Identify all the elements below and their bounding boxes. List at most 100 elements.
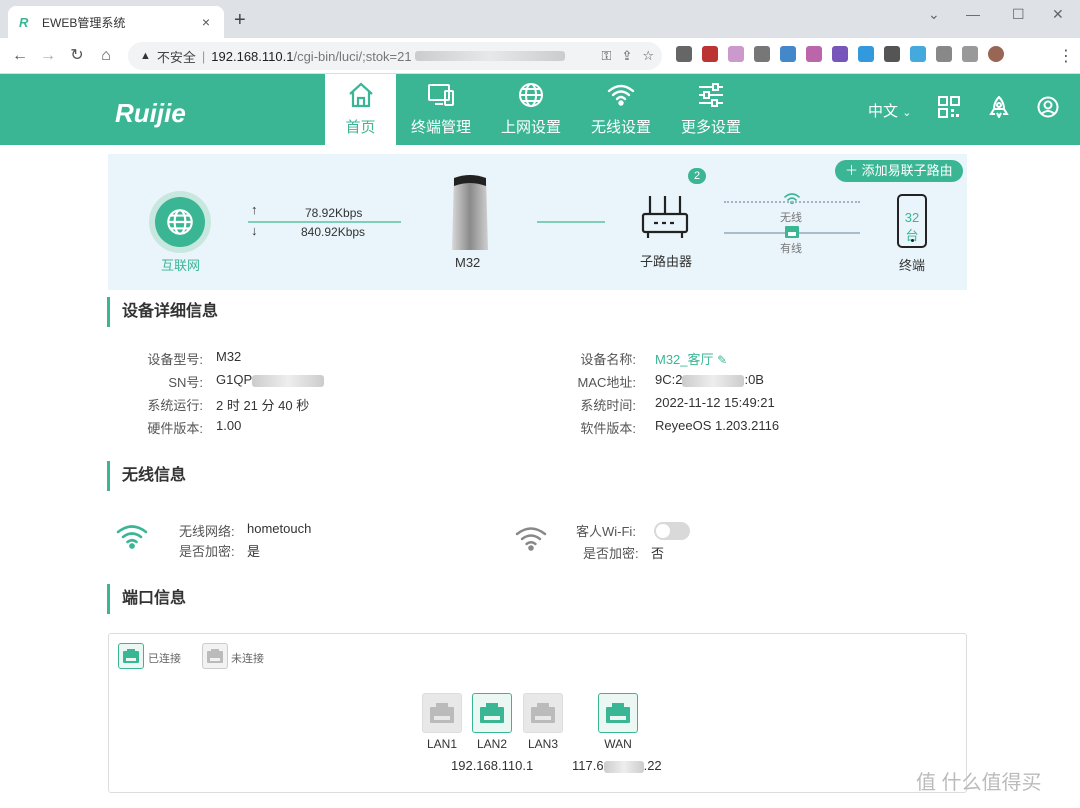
mac-value-tail: :0B: [744, 372, 764, 387]
browser-toolbar: ← → ↻ ⌂ ▲ 不安全 | 192.168.110.1 /cgi-bin/l…: [0, 38, 1080, 74]
upload-speed: 78.92Kbps: [305, 206, 363, 220]
share-icon[interactable]: ⇪: [621, 48, 632, 64]
wan-ip-tail: .22: [643, 758, 662, 773]
chevron-down-icon[interactable]: ⌄: [928, 6, 940, 23]
extension-icon[interactable]: [858, 46, 874, 62]
terminal-label: 终端: [899, 258, 926, 273]
browser-tab[interactable]: R EWEB管理系统 ×: [8, 6, 224, 38]
guest-wifi-label: 客人Wi-Fi:: [576, 524, 636, 539]
rocket-icon[interactable]: [989, 96, 1009, 118]
sliders-icon: [699, 83, 723, 107]
uptime-label: 系统运行:: [147, 398, 203, 413]
device-name-group[interactable]: M32_客厅 ✎: [655, 349, 727, 368]
wireless-link-line: [724, 201, 860, 203]
close-window-icon[interactable]: ✕: [1052, 6, 1064, 23]
browser-menu-icon[interactable]: ⋮: [1058, 46, 1074, 66]
new-tab-icon[interactable]: +: [234, 10, 246, 30]
model-value: M32: [216, 349, 242, 364]
language-select[interactable]: 中文 ⌄: [868, 100, 911, 121]
key-icon[interactable]: ⚿: [602, 48, 612, 64]
forward-icon[interactable]: →: [38, 46, 58, 66]
legend-disconnected-label: 未连接: [231, 653, 264, 665]
wireless-info-title: 无线信息: [107, 461, 186, 491]
extension-icon[interactable]: [884, 46, 900, 62]
sn-value: G1QP: [216, 372, 253, 387]
nav-label: 更多设置: [680, 119, 741, 136]
user-icon[interactable]: [1037, 96, 1059, 118]
port-lan3[interactable]: [523, 693, 563, 733]
m32-router-image[interactable]: [448, 172, 492, 252]
extension-icon[interactable]: [806, 46, 822, 62]
nav-home[interactable]: 首页: [325, 74, 396, 145]
bookmark-star-icon[interactable]: ☆: [642, 48, 654, 64]
terminal-node[interactable]: 32台: [897, 194, 927, 248]
nav-internet-settings[interactable]: 上网设置: [486, 74, 576, 145]
extension-icon[interactable]: [962, 46, 978, 62]
sub-router-icon[interactable]: [640, 194, 690, 240]
toggle-knob: [656, 524, 670, 538]
extension-icon[interactable]: [910, 46, 926, 62]
phone-icon: [911, 239, 914, 242]
upload-arrow-icon: ↑: [251, 202, 258, 217]
devices-icon: [428, 84, 454, 106]
back-icon[interactable]: ←: [10, 46, 30, 66]
sn-redacted: [252, 374, 325, 387]
internet-node[interactable]: [149, 191, 211, 253]
address-bar[interactable]: ▲ 不安全 | 192.168.110.1 /cgi-bin/luci/;sto…: [128, 42, 662, 70]
reload-icon[interactable]: ↻: [67, 46, 87, 66]
wireless-label: 无线: [780, 212, 802, 224]
extension-icon[interactable]: [832, 46, 848, 62]
port-lan3-label: LAN3: [527, 737, 559, 751]
extension-icon[interactable]: [754, 46, 770, 62]
ethernet-port-icon: [606, 703, 630, 723]
wifi-icon: [116, 525, 148, 549]
home-icon[interactable]: ⌂: [96, 46, 116, 66]
port-lan2[interactable]: [472, 693, 512, 733]
wired-label: 有线: [780, 243, 802, 255]
nav-more-settings[interactable]: 更多设置: [666, 74, 756, 145]
device-name-value: M32_客厅: [655, 352, 714, 367]
qrcode-icon[interactable]: [938, 96, 960, 118]
extension-icon[interactable]: [780, 46, 796, 62]
nav-label: 无线设置: [590, 119, 651, 136]
nav-wireless-settings[interactable]: 无线设置: [576, 74, 666, 145]
browser-tab-bar: R EWEB管理系统 × + ⌄ — ☐ ✕: [0, 0, 1080, 38]
watermark: 值 什么值得买: [916, 772, 1042, 794]
guest-wifi-icon: [515, 527, 547, 551]
nav-terminal-management[interactable]: 终端管理: [396, 74, 486, 145]
device-info-title: 设备详细信息: [107, 297, 218, 327]
maximize-icon[interactable]: ☐: [1012, 6, 1025, 23]
extension-icon[interactable]: [728, 46, 744, 62]
port-lan1[interactable]: [422, 693, 462, 733]
extension-icon[interactable]: [702, 46, 718, 62]
port-wan[interactable]: [598, 693, 638, 733]
wan-ip-redacted: [603, 760, 644, 773]
legend-connected-icon: [118, 643, 144, 669]
mesh-link-line: [537, 221, 605, 223]
extension-icon[interactable]: [936, 46, 952, 62]
device-name-label: 设备名称:: [580, 352, 636, 367]
ruijie-favicon-icon: R: [19, 15, 29, 30]
add-easylink-router-button[interactable]: ＋ 添加易联子路由: [835, 160, 963, 182]
globe-icon: [519, 83, 543, 107]
add-button-label: 添加易联子路由: [861, 163, 953, 178]
wifi-icon: [607, 84, 635, 106]
ruijie-logo: Ruijie: [115, 98, 186, 128]
encrypt-value: 是: [247, 544, 261, 559]
app-header: Ruijie 首页 终端管理 上网设置 无线设置 更多设置 中文 ⌄: [0, 74, 1080, 145]
minimize-icon[interactable]: —: [966, 6, 980, 22]
url-separator: |: [201, 48, 206, 64]
warning-icon: ▲: [140, 50, 151, 62]
mac-value: 9C:2: [655, 372, 683, 387]
url-host: 192.168.110.1: [211, 48, 294, 64]
legend-connected-label: 已连接: [148, 653, 181, 665]
ethernet-port-icon: [531, 703, 555, 723]
lan-ip: 192.168.110.1: [451, 758, 534, 773]
ethernet-small-icon: [785, 226, 799, 238]
edit-pencil-icon[interactable]: ✎: [717, 353, 727, 367]
internet-label: 互联网: [161, 258, 201, 273]
guest-wifi-toggle[interactable]: [654, 522, 690, 540]
profile-avatar[interactable]: [988, 46, 1004, 62]
extension-icon[interactable]: [676, 46, 692, 62]
tab-close-icon[interactable]: ×: [198, 14, 214, 30]
